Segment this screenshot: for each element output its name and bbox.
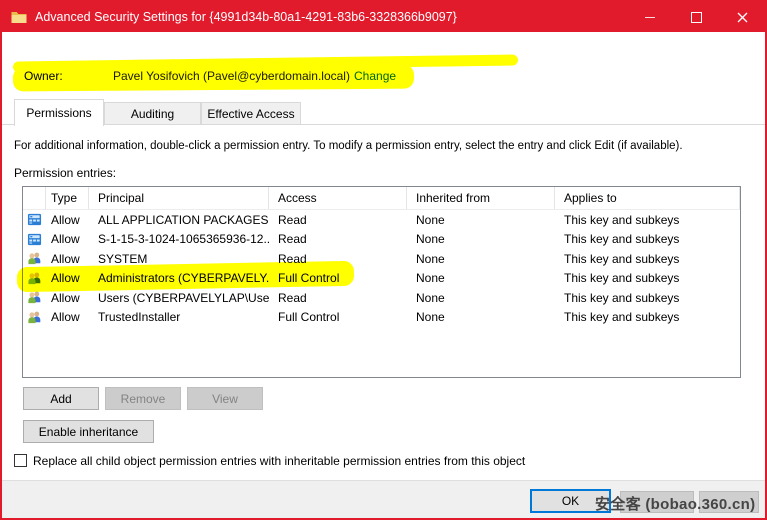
cell-principal: Users (CYBERPAVELYLAP\Users) (89, 291, 269, 305)
cell-access: Read (269, 213, 407, 227)
maximize-icon (691, 12, 702, 23)
close-icon (737, 12, 748, 23)
minimize-button[interactable] (627, 2, 673, 32)
cell-inherited-from: None (407, 291, 555, 305)
cell-access: Full Control (269, 271, 407, 285)
list-header: Type Principal Access Inherited from App… (23, 187, 740, 210)
app-package-icon (23, 232, 46, 247)
cell-inherited-from: None (407, 252, 555, 266)
cell-type: Allow (46, 310, 89, 324)
cell-applies-to: This key and subkeys (555, 232, 740, 246)
permission-row-highlighted[interactable]: Allow Administrators (CYBERPAVELY... Ful… (23, 269, 740, 289)
users-icon (23, 271, 46, 286)
change-owner-link[interactable]: Change (354, 69, 396, 83)
permission-row[interactable]: Allow ALL APPLICATION PACKAGES Read None… (23, 210, 740, 230)
permission-entries-list[interactable]: Type Principal Access Inherited from App… (22, 186, 741, 378)
cell-inherited-from: None (407, 232, 555, 246)
column-applies-to[interactable]: Applies to (555, 187, 740, 209)
users-icon (23, 310, 46, 325)
cell-applies-to: This key and subkeys (555, 271, 740, 285)
cell-inherited-from: None (407, 213, 555, 227)
maximize-button[interactable] (673, 2, 719, 32)
tab-auditing[interactable]: Auditing (104, 102, 201, 125)
add-button[interactable]: Add (23, 387, 99, 410)
replace-permissions-checkbox[interactable] (14, 454, 27, 467)
permission-row[interactable]: Allow SYSTEM Read None This key and subk… (23, 249, 740, 269)
app-package-icon (23, 212, 46, 227)
owner-label: Owner: (24, 69, 63, 83)
cell-access: Full Control (269, 310, 407, 324)
cell-type: Allow (46, 291, 89, 305)
permission-row[interactable]: Allow Users (CYBERPAVELYLAP\Users) Read … (23, 288, 740, 308)
column-icon[interactable] (23, 187, 46, 209)
owner-value: Pavel Yosifovich (Pavel@cyberdomain.loca… (113, 69, 350, 83)
users-icon (23, 290, 46, 305)
permission-row[interactable]: Allow S-1-15-3-1024-1065365936-12... Rea… (23, 230, 740, 250)
view-button[interactable]: View (187, 387, 263, 410)
column-type[interactable]: Type (46, 187, 89, 209)
cell-type: Allow (46, 213, 89, 227)
advanced-security-settings-dialog: Advanced Security Settings for {4991d34b… (0, 0, 767, 520)
cell-access: Read (269, 232, 407, 246)
cell-principal: Administrators (CYBERPAVELY... (89, 271, 269, 285)
enable-inheritance-button[interactable]: Enable inheritance (23, 420, 154, 443)
tab-effective-access[interactable]: Effective Access (201, 102, 301, 125)
cell-applies-to: This key and subkeys (555, 213, 740, 227)
permission-row[interactable]: Allow TrustedInstaller Full Control None… (23, 308, 740, 328)
cell-applies-to: This key and subkeys (555, 291, 740, 305)
info-text: For additional information, double-click… (14, 140, 762, 152)
replace-permissions-label: Replace all child object permission entr… (33, 454, 525, 468)
close-button[interactable] (719, 2, 765, 32)
cell-applies-to: This key and subkeys (555, 252, 740, 266)
cell-access: Read (269, 291, 407, 305)
column-inherited-from[interactable]: Inherited from (407, 187, 555, 209)
minimize-icon (645, 17, 655, 18)
cell-principal: S-1-15-3-1024-1065365936-12... (89, 232, 269, 246)
cell-applies-to: This key and subkeys (555, 310, 740, 324)
window-title: Advanced Security Settings for {4991d34b… (35, 10, 457, 24)
cell-type: Allow (46, 252, 89, 266)
cell-inherited-from: None (407, 310, 555, 324)
titlebar[interactable]: Advanced Security Settings for {4991d34b… (2, 2, 765, 32)
column-principal[interactable]: Principal (89, 187, 269, 209)
remove-button[interactable]: Remove (105, 387, 181, 410)
column-access[interactable]: Access (269, 187, 407, 209)
window-controls (627, 2, 765, 32)
cell-type: Allow (46, 232, 89, 246)
cell-principal: ALL APPLICATION PACKAGES (89, 213, 269, 227)
folder-icon (11, 11, 27, 24)
tab-permissions[interactable]: Permissions (14, 99, 104, 126)
cell-principal: TrustedInstaller (89, 310, 269, 324)
cell-inherited-from: None (407, 271, 555, 285)
watermark-text: 安全客 (bobao.360.cn) (595, 493, 755, 514)
permission-entries-label: Permission entries: (14, 166, 116, 180)
cell-access: Read (269, 252, 407, 266)
cell-principal: SYSTEM (89, 252, 269, 266)
users-icon (23, 251, 46, 266)
cell-type: Allow (46, 271, 89, 285)
